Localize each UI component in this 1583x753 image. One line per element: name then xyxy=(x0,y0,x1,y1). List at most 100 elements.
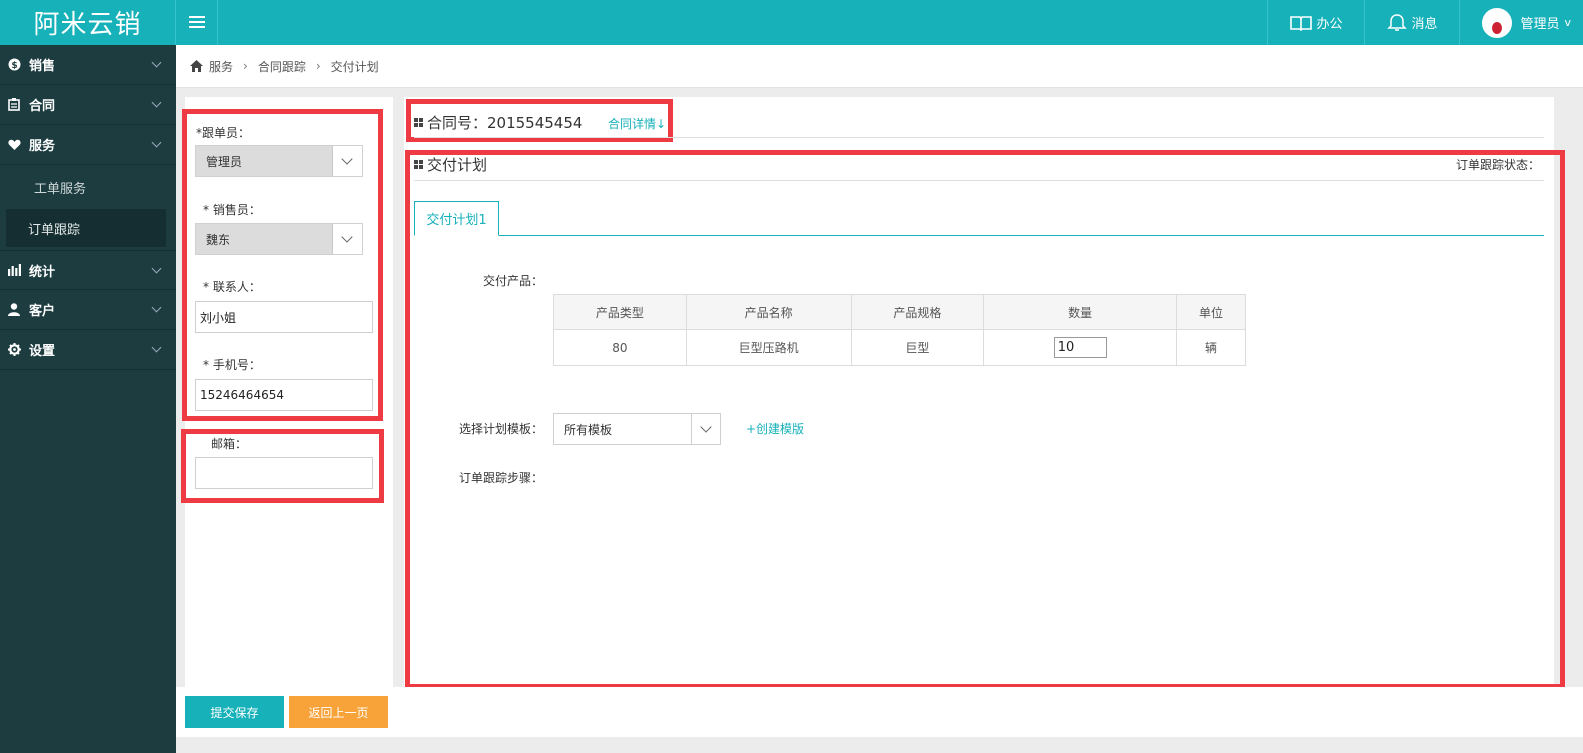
top-bar: 阿米云销 办公 消息 管理员 v xyxy=(0,0,1583,45)
delivery-products-label: 交付产品： xyxy=(483,274,544,288)
quantity-cell: 10 xyxy=(983,329,1178,366)
email-input[interactable] xyxy=(195,457,373,489)
delivery-plan-title: 交付计划 xyxy=(427,156,488,174)
email-label: 邮箱： xyxy=(211,437,248,451)
column-header: 产品规格 xyxy=(850,294,985,330)
tracking-steps-label: 订单跟踪步骤： xyxy=(459,471,544,485)
chevron-right-icon: › xyxy=(243,59,248,73)
dollar-icon: $ xyxy=(7,58,21,71)
template-label: 选择计划模板： xyxy=(459,422,544,436)
back-button[interactable]: 返回上一页 xyxy=(289,696,388,728)
delivery-plan-heading: 交付计划 xyxy=(414,154,487,175)
breadcrumb-item-delivery-plan: 交付计划 xyxy=(330,59,379,74)
tab-underline xyxy=(414,235,1544,236)
heart-icon xyxy=(7,139,21,151)
breadcrumb-item-service[interactable]: 服务 xyxy=(209,58,233,75)
chevron-down-icon xyxy=(151,57,162,68)
chevron-down-icon xyxy=(151,97,162,108)
phone-input[interactable]: 15246464654 xyxy=(195,379,373,411)
sidebar-item-label: 客户 xyxy=(29,304,56,319)
home-icon[interactable] xyxy=(190,60,203,72)
sidebar-subitem-work-order[interactable]: 工单服务 xyxy=(6,168,166,206)
breadcrumb-item-contract-tracking[interactable]: 合同跟踪 xyxy=(258,58,306,75)
sidebar-item-settings[interactable]: 设置 xyxy=(0,330,176,370)
phone-label: * 手机号： xyxy=(203,358,261,372)
submit-save-button[interactable]: 提交保存 xyxy=(185,696,284,728)
grid-icon xyxy=(414,118,423,127)
contract-heading: 合同号：2015545454 xyxy=(414,112,582,133)
chevron-down-icon xyxy=(151,342,162,353)
table-header-row: 产品类型 产品名称 产品规格 数量 单位 xyxy=(553,294,1246,330)
book-icon xyxy=(1290,15,1313,31)
messages-label: 消息 xyxy=(1411,17,1438,32)
user-menu[interactable]: 管理员 v xyxy=(1459,0,1583,45)
contract-detail-link[interactable]: 合同详情↓ xyxy=(608,115,666,132)
product-name-cell: 巨型压路机 xyxy=(685,329,852,366)
contact-input[interactable]: 刘小姐 xyxy=(195,301,373,333)
sidebar-item-label: 统计 xyxy=(29,264,56,280)
follower-select[interactable]: 管理员 xyxy=(195,145,363,177)
column-header: 单位 xyxy=(1176,294,1246,330)
sidebar-item-customer[interactable]: 客户 xyxy=(0,290,176,330)
user-icon xyxy=(7,303,21,316)
chevron-right-icon: › xyxy=(315,59,321,73)
follower-label: *跟单员： xyxy=(196,126,251,140)
product-table: 产品类型 产品名称 产品规格 数量 单位 80 巨型压路机 巨型 10 辆 xyxy=(553,294,1246,366)
sidebar-item-stats[interactable]: 统计 xyxy=(0,250,176,290)
salesperson-label: * 销售员： xyxy=(203,203,261,217)
hamburger-icon xyxy=(188,16,205,29)
divider xyxy=(414,180,1544,181)
follower-value: 管理员 xyxy=(206,154,243,169)
avatar xyxy=(1482,7,1513,38)
salesperson-value: 魏东 xyxy=(206,232,231,247)
sidebar-item-label: 合同 xyxy=(29,99,56,114)
column-header: 产品名称 xyxy=(685,294,852,330)
sidebar-item-service[interactable]: 服务 xyxy=(0,125,176,165)
sidebar-item-label: 销售 xyxy=(29,59,56,74)
messages-button[interactable]: 消息 xyxy=(1364,0,1459,45)
sidebar-item-label: 设置 xyxy=(29,344,56,359)
top-nav: 办公 消息 管理员 v xyxy=(1267,0,1583,45)
contract-number: 合同号：2015545454 xyxy=(427,114,583,132)
gear-icon xyxy=(7,343,21,356)
chevron-down-icon xyxy=(151,263,162,274)
sidebar-item-label: 服务 xyxy=(29,139,56,154)
product-type-cell: 80 xyxy=(553,329,687,366)
bar-chart-icon xyxy=(7,264,21,276)
table-row: 80 巨型压路机 巨型 10 辆 xyxy=(553,329,1246,366)
contract-icon xyxy=(7,98,21,111)
chevron-down-icon: v xyxy=(1564,16,1571,29)
chevron-down-icon xyxy=(332,146,362,176)
salesperson-select[interactable]: 魏东 xyxy=(195,223,363,255)
svg-text:$: $ xyxy=(11,61,17,71)
column-header: 数量 xyxy=(983,294,1178,330)
grid-icon xyxy=(414,160,423,169)
sidebar-item-contract[interactable]: 合同 xyxy=(0,85,176,125)
breadcrumb: 服务 › 合同跟踪 › 交付计划 xyxy=(176,45,1583,88)
sidebar-item-sales[interactable]: $ 销售 xyxy=(0,45,176,85)
chevron-down-icon xyxy=(151,302,162,313)
create-template-link[interactable]: +创建模版 xyxy=(746,420,804,437)
sidebar-subitem-order-tracking[interactable]: 订单跟踪 xyxy=(6,209,166,247)
user-name: 管理员 xyxy=(1520,17,1560,32)
sidebar: $ 销售 合同 服务 工单服务 订单跟踪 统计 客户 设置 xyxy=(0,45,176,753)
template-value: 所有模板 xyxy=(564,422,613,437)
office-button[interactable]: 办公 xyxy=(1267,0,1364,45)
menu-toggle-button[interactable] xyxy=(176,0,218,45)
bottom-strip xyxy=(176,737,1583,753)
unit-cell: 辆 xyxy=(1176,329,1246,366)
template-select[interactable]: 所有模板 xyxy=(553,413,721,445)
quantity-input[interactable]: 10 xyxy=(1053,337,1107,358)
logo[interactable]: 阿米云销 xyxy=(0,0,176,45)
tracking-status-label: 订单跟踪状态： xyxy=(1456,158,1541,172)
column-header: 产品类型 xyxy=(553,294,687,330)
logo-text: 阿米云销 xyxy=(33,10,142,40)
bell-icon xyxy=(1387,13,1408,31)
divider xyxy=(414,137,1544,138)
office-label: 办公 xyxy=(1316,17,1343,32)
chevron-down-icon xyxy=(151,137,162,148)
chevron-down-icon xyxy=(332,224,362,254)
tab-delivery-plan-1[interactable]: 交付计划1 xyxy=(414,201,499,236)
chevron-down-icon xyxy=(691,414,720,444)
product-spec-cell: 巨型 xyxy=(850,329,985,366)
